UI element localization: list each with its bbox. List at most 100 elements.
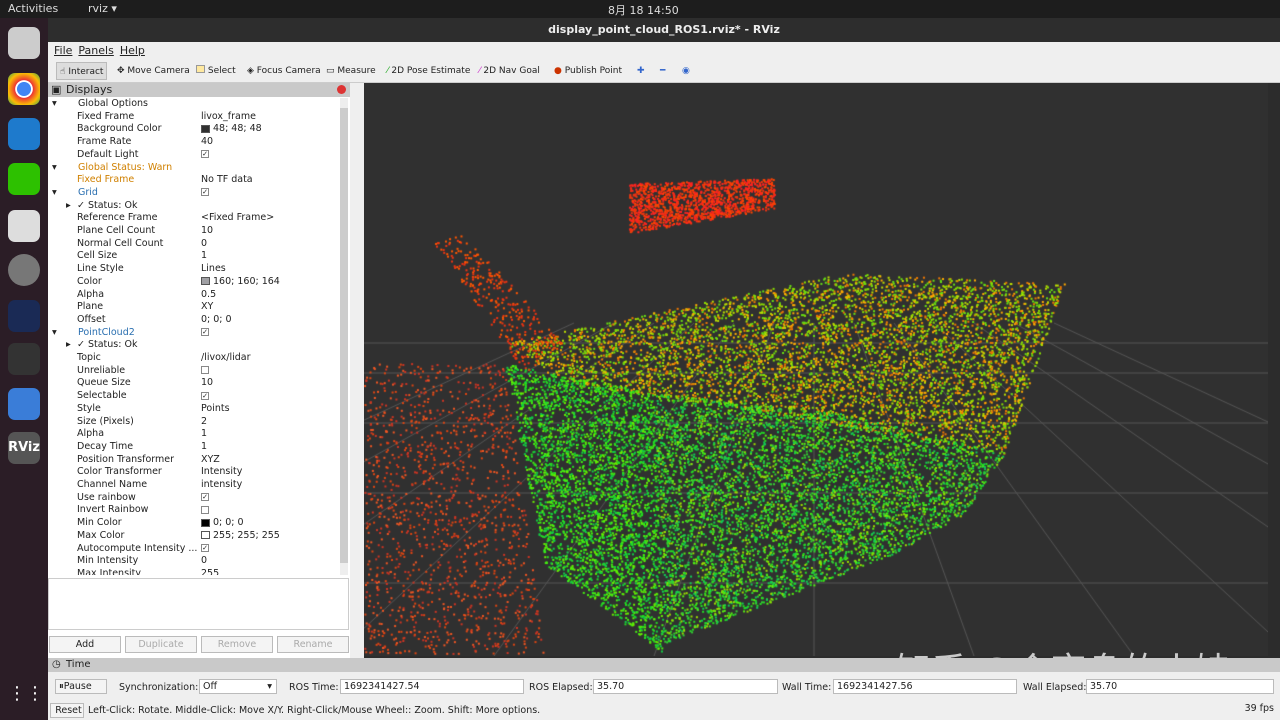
files-icon[interactable] bbox=[8, 27, 40, 59]
property-row[interactable]: Style Points bbox=[48, 403, 338, 416]
property-value[interactable]: <Fixed Frame> bbox=[201, 212, 274, 225]
property-row[interactable]: Selectable ✓ bbox=[48, 390, 338, 403]
property-value[interactable]: 10 bbox=[201, 377, 213, 390]
property-row[interactable]: Frame Rate 40 bbox=[48, 136, 338, 149]
add-tool-icon[interactable]: ✚ bbox=[634, 62, 648, 80]
expand-arrow-icon[interactable]: ▾ bbox=[52, 162, 57, 175]
expand-arrow-icon[interactable]: ▸ bbox=[66, 200, 71, 213]
publish-point-tool[interactable]: ● Publish Point bbox=[551, 62, 625, 80]
3d-viewport[interactable] bbox=[364, 83, 1268, 656]
sync-select[interactable]: Off ▾ bbox=[199, 679, 277, 694]
property-value[interactable]: livox_frame bbox=[201, 111, 256, 124]
property-row[interactable]: ▸ ✓ Status: Ok bbox=[48, 200, 338, 213]
color-swatch[interactable] bbox=[201, 531, 210, 540]
focus-camera-tool[interactable]: ◈ Focus Camera bbox=[244, 62, 324, 80]
rviz-icon[interactable]: RViz bbox=[8, 432, 40, 464]
property-row[interactable]: Min Color 0; 0; 0 bbox=[48, 517, 338, 530]
property-row[interactable]: ▾ Global Options bbox=[48, 98, 338, 111]
property-row[interactable]: Alpha 0.5 bbox=[48, 289, 338, 302]
wall-time-field[interactable]: 1692341427.56 bbox=[833, 679, 1017, 694]
property-value[interactable]: XYZ bbox=[201, 454, 220, 467]
property-row[interactable]: ▾ Global Status: Warn bbox=[48, 162, 338, 175]
property-value[interactable]: 0 bbox=[201, 555, 207, 568]
property-value[interactable]: 48; 48; 48 bbox=[201, 123, 262, 136]
document-viewer-icon[interactable] bbox=[8, 210, 40, 242]
pause-button[interactable]: ⏸Pause bbox=[55, 679, 107, 694]
remove-button[interactable]: Remove bbox=[201, 636, 273, 653]
property-value[interactable] bbox=[201, 365, 209, 378]
property-row[interactable]: Color 160; 160; 164 bbox=[48, 276, 338, 289]
property-row[interactable]: Alpha 1 bbox=[48, 428, 338, 441]
property-value[interactable]: 1 bbox=[201, 441, 207, 454]
clock[interactable]: 8月 18 14:50 bbox=[608, 2, 679, 18]
property-value[interactable]: intensity bbox=[201, 479, 242, 492]
interact-tool[interactable]: ☝ Interact bbox=[56, 62, 108, 80]
property-value[interactable]: 0; 0; 0 bbox=[201, 314, 232, 327]
property-value[interactable]: ✓ bbox=[201, 390, 209, 403]
terminal-icon[interactable] bbox=[8, 343, 40, 375]
github-icon[interactable] bbox=[8, 300, 40, 332]
property-row[interactable]: Reference Frame <Fixed Frame> bbox=[48, 212, 338, 225]
property-row[interactable]: Size (Pixels) 2 bbox=[48, 416, 338, 429]
property-row[interactable]: Invert Rainbow bbox=[48, 504, 338, 517]
property-value[interactable]: ✓ bbox=[201, 187, 209, 200]
property-row[interactable]: ▸ ✓ Status: Ok bbox=[48, 339, 338, 352]
menu-file[interactable]: File bbox=[54, 44, 72, 57]
vscode-icon[interactable] bbox=[8, 118, 40, 150]
property-row[interactable]: Queue Size 10 bbox=[48, 377, 338, 390]
add-button[interactable]: Add bbox=[49, 636, 121, 653]
property-value[interactable]: XY bbox=[201, 301, 213, 314]
property-value[interactable]: 10 bbox=[201, 225, 213, 238]
property-value[interactable]: 255 bbox=[201, 568, 219, 575]
text-editor-icon[interactable] bbox=[8, 388, 40, 420]
property-value[interactable]: 0 bbox=[201, 238, 207, 251]
color-swatch[interactable] bbox=[201, 277, 210, 286]
chrome-icon[interactable] bbox=[8, 73, 40, 105]
property-row[interactable]: Max Color 255; 255; 255 bbox=[48, 530, 338, 543]
wall-elapsed-field[interactable]: 35.70 bbox=[1086, 679, 1274, 694]
property-value[interactable]: ✓ bbox=[201, 492, 209, 505]
property-value[interactable]: 1 bbox=[201, 250, 207, 263]
app-menu[interactable]: rviz ▾ bbox=[88, 2, 117, 15]
property-value[interactable]: 0; 0; 0 bbox=[201, 517, 244, 530]
property-row[interactable]: Default Light ✓ bbox=[48, 149, 338, 162]
property-row[interactable]: Position Transformer XYZ bbox=[48, 454, 338, 467]
ros-elapsed-field[interactable]: 35.70 bbox=[593, 679, 778, 694]
splitter-handle[interactable] bbox=[350, 83, 364, 658]
property-value[interactable]: 0.5 bbox=[201, 289, 216, 302]
property-value[interactable]: 2 bbox=[201, 416, 207, 429]
app-grid-icon[interactable]: ⋮⋮⋮ bbox=[8, 683, 62, 715]
property-row[interactable]: Line Style Lines bbox=[48, 263, 338, 276]
reset-button[interactable]: Reset bbox=[50, 703, 84, 718]
property-value[interactable]: ✓ bbox=[201, 543, 209, 556]
expand-arrow-icon[interactable]: ▸ bbox=[66, 339, 71, 352]
wechat-icon[interactable] bbox=[8, 163, 40, 195]
property-row[interactable]: Unreliable bbox=[48, 365, 338, 378]
property-row[interactable]: Offset 0; 0; 0 bbox=[48, 314, 338, 327]
property-row[interactable]: Fixed Frame livox_frame bbox=[48, 111, 338, 124]
menu-help[interactable]: Help bbox=[120, 44, 145, 57]
scrollbar[interactable] bbox=[340, 98, 348, 575]
close-panel-icon[interactable] bbox=[337, 85, 346, 94]
property-value[interactable]: Lines bbox=[201, 263, 226, 276]
menu-panels[interactable]: Panels bbox=[78, 44, 113, 57]
property-value[interactable]: 160; 160; 164 bbox=[201, 276, 280, 289]
duplicate-button[interactable]: Duplicate bbox=[125, 636, 197, 653]
property-row[interactable]: ▾ PointCloud2 ✓ bbox=[48, 327, 338, 340]
property-row[interactable]: Plane Cell Count 10 bbox=[48, 225, 338, 238]
property-row[interactable]: Cell Size 1 bbox=[48, 250, 338, 263]
property-row[interactable]: Channel Name intensity bbox=[48, 479, 338, 492]
property-value[interactable]: /livox/lidar bbox=[201, 352, 250, 365]
property-value[interactable]: 255; 255; 255 bbox=[201, 530, 280, 543]
ros-time-field[interactable]: 1692341427.54 bbox=[340, 679, 524, 694]
select-tool[interactable]: Select bbox=[193, 62, 239, 80]
property-value[interactable]: Intensity bbox=[201, 466, 242, 479]
property-value[interactable]: 40 bbox=[201, 136, 213, 149]
property-row[interactable]: Topic/livox/lidar bbox=[48, 352, 338, 365]
property-row[interactable]: Fixed Frame No TF data bbox=[48, 174, 338, 187]
property-row[interactable]: Autocompute Intensity ... ✓ bbox=[48, 543, 338, 556]
property-value[interactable]: ✓ bbox=[201, 327, 209, 340]
property-value[interactable]: 1 bbox=[201, 428, 207, 441]
property-value[interactable]: No TF data bbox=[201, 174, 253, 187]
activities-button[interactable]: Activities bbox=[8, 2, 58, 15]
